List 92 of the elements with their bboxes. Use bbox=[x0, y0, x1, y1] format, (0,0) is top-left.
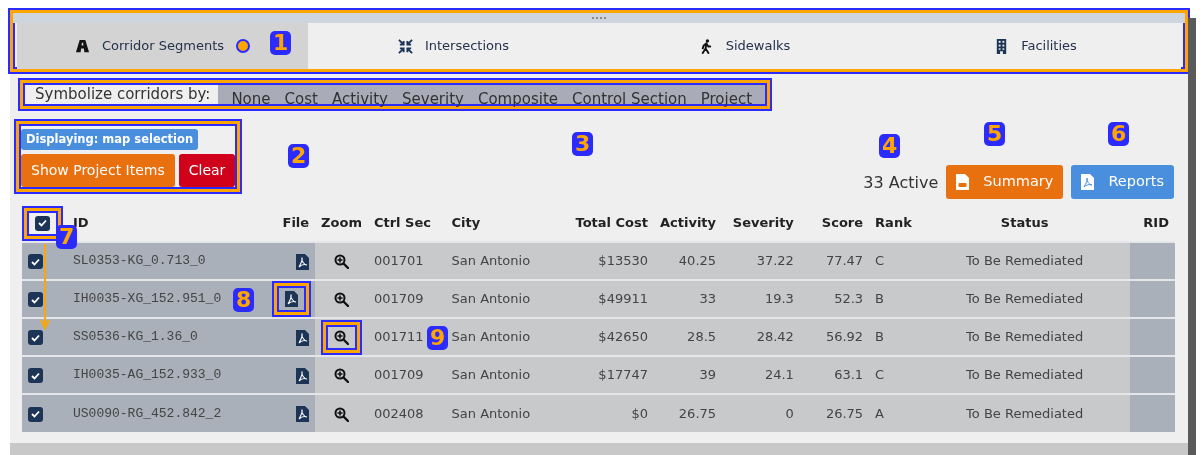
table-cell: San Antonio bbox=[445, 394, 546, 432]
annotation-number: 6 bbox=[1108, 122, 1130, 146]
active-count: 33 Active bbox=[863, 172, 939, 194]
checkmark-icon bbox=[38, 219, 47, 227]
pdf-file-icon[interactable] bbox=[296, 329, 310, 346]
table-cell: 39 bbox=[654, 356, 723, 394]
table-cell: 19.3 bbox=[722, 280, 800, 318]
table-cell: 001709 bbox=[367, 356, 446, 394]
pdf-file-icon[interactable] bbox=[285, 291, 299, 307]
symbolize-option[interactable]: Control Section bbox=[565, 85, 694, 104]
display-badge: Displaying: map selection bbox=[21, 129, 199, 151]
segment-id: SL0353-KG_0.713_0 bbox=[67, 242, 266, 280]
checkmark-icon bbox=[31, 371, 40, 380]
table-cell: $13530 bbox=[545, 242, 654, 280]
annotation-number: 5 bbox=[984, 122, 1006, 146]
checkmark-icon bbox=[31, 257, 40, 266]
annotation-number: 3 bbox=[572, 132, 594, 156]
table-cell: San Antonio bbox=[445, 356, 546, 394]
table-cell: To Be Remediated bbox=[919, 242, 1131, 280]
table-cell: To Be Remediated bbox=[919, 356, 1131, 394]
table-cell: 24.1 bbox=[722, 356, 800, 394]
symbolize-option[interactable]: Cost bbox=[277, 85, 325, 104]
zoom-icon[interactable] bbox=[334, 329, 350, 345]
symbolize-label: Symbolize corridors by: bbox=[34, 85, 212, 104]
annotation-number: 8 bbox=[233, 288, 255, 312]
zoom-icon[interactable] bbox=[334, 292, 350, 308]
table-cell: 26.75 bbox=[654, 394, 723, 432]
table-cell: B bbox=[869, 280, 920, 318]
table-cell: San Antonio bbox=[445, 242, 546, 280]
road-icon bbox=[74, 38, 90, 54]
checkbox[interactable] bbox=[28, 254, 43, 270]
marker-dot-icon bbox=[236, 39, 251, 53]
pdf-file-icon[interactable] bbox=[296, 367, 310, 384]
checkbox[interactable] bbox=[28, 330, 43, 346]
table-cell: To Be Remediated bbox=[919, 280, 1131, 318]
zoom-icon[interactable] bbox=[334, 406, 350, 422]
grip-icon[interactable] bbox=[591, 16, 607, 20]
segment-id: SS0536-KG_1.36_0 bbox=[67, 318, 266, 356]
table-cell: 0 bbox=[722, 394, 800, 432]
table-cell: 52.3 bbox=[799, 280, 870, 318]
table-cell: C bbox=[869, 242, 920, 280]
clear-button[interactable]: Clear bbox=[178, 154, 236, 188]
table-cell: To Be Remediated bbox=[919, 318, 1131, 356]
checkbox[interactable] bbox=[28, 368, 43, 384]
annotation-number: 9 bbox=[427, 326, 449, 350]
table-cell: 26.75 bbox=[799, 394, 870, 432]
table-cell: 77.47 bbox=[799, 242, 870, 280]
table-cell: 63.1 bbox=[799, 356, 870, 394]
table-cell: A bbox=[869, 394, 920, 432]
show-project-items-button[interactable]: Show Project Items bbox=[21, 154, 175, 188]
table-cell: 40.25 bbox=[654, 242, 723, 280]
checkmark-icon bbox=[31, 295, 40, 304]
annotation-number: 2 bbox=[288, 144, 310, 168]
table-cell: 001701 bbox=[367, 242, 446, 280]
table-cell: $0 bbox=[545, 394, 654, 432]
table-cell: B bbox=[869, 318, 920, 356]
zoom-icon[interactable] bbox=[334, 254, 350, 270]
reports-button[interactable]: Reports bbox=[1071, 165, 1174, 199]
segment-id: US0090-RG_452.842_2 bbox=[67, 394, 266, 432]
table-cell: San Antonio bbox=[445, 318, 546, 356]
table-cell: 33 bbox=[654, 280, 723, 318]
summary-button[interactable]: Summary bbox=[946, 165, 1064, 199]
compress-arrows-icon bbox=[397, 38, 413, 54]
checkbox[interactable] bbox=[28, 292, 43, 308]
table-cell: 28.5 bbox=[654, 318, 723, 356]
table-cell: 37.22 bbox=[722, 242, 800, 280]
table-cell: 002408 bbox=[367, 394, 446, 432]
pdf-file-icon[interactable] bbox=[296, 406, 310, 423]
symbolize-option[interactable]: None bbox=[224, 85, 278, 104]
table-cell: $42650 bbox=[545, 318, 654, 356]
table-cell: C bbox=[869, 356, 920, 394]
pdf-file-icon[interactable] bbox=[296, 253, 310, 270]
table-cell: 28.42 bbox=[722, 318, 800, 356]
pdf-file-icon bbox=[1081, 174, 1095, 190]
table-cell: $49911 bbox=[545, 280, 654, 318]
annotation-number: 4 bbox=[879, 134, 901, 158]
horizontal-scrollbar[interactable] bbox=[10, 443, 1188, 455]
table-cell: $17747 bbox=[545, 356, 654, 394]
segment-id: IH0035-AG_152.933_0 bbox=[67, 356, 266, 394]
drag-handle-bar[interactable] bbox=[13, 13, 1185, 23]
annotation-number: 1 bbox=[270, 31, 292, 55]
checkbox[interactable] bbox=[28, 406, 43, 422]
checkbox[interactable] bbox=[35, 215, 50, 231]
table-cell: To Be Remediated bbox=[919, 394, 1131, 432]
table-cell: San Antonio bbox=[445, 280, 546, 318]
checkmark-icon bbox=[31, 333, 40, 342]
vertical-scrollbar[interactable] bbox=[1188, 18, 1196, 455]
spreadsheet-file-icon bbox=[956, 174, 970, 190]
zoom-icon[interactable] bbox=[334, 368, 350, 384]
table-cell: 001709 bbox=[367, 280, 446, 318]
table-cell: 56.92 bbox=[799, 318, 870, 356]
checkmark-icon bbox=[31, 410, 40, 419]
